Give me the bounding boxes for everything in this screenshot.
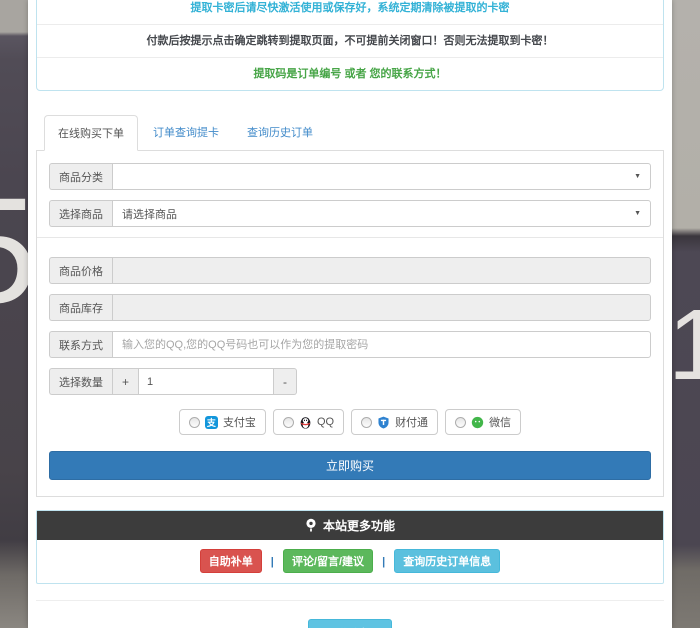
category-row: 商品分类 ▼ [49, 163, 651, 190]
separator: | [382, 556, 385, 568]
category-select[interactable]: ▼ [112, 163, 651, 190]
footer-divider [36, 600, 664, 601]
background-photo-right: 1 [672, 0, 700, 628]
contact-row: 联系方式 [49, 331, 651, 358]
tab-bar: 在线购买下单 订单查询提卡 查询历史订单 [36, 115, 664, 151]
chevron-down-icon: ▼ [634, 173, 641, 180]
background-digit-5: 5 [0, 175, 28, 325]
background-digit-1: 1 [672, 295, 700, 395]
background-photo-left: 5 [0, 0, 28, 628]
more-functions-body: 自助补单 | 评论/留言/建议 | 查询历史订单信息 [37, 540, 663, 583]
more-functions-header: 本站更多功能 [37, 511, 663, 540]
tenpay-radio[interactable] [361, 417, 372, 428]
product-select-value: 请选择商品 [122, 206, 177, 222]
pin-icon [305, 518, 317, 533]
payment-option-wechat[interactable]: 微信 [445, 409, 521, 435]
price-label: 商品价格 [49, 257, 112, 284]
payment-options: 支 支付宝 QQ [49, 409, 651, 435]
contact-support-button[interactable]: 联系客服 [308, 619, 392, 628]
payment-option-alipay[interactable]: 支 支付宝 [179, 409, 266, 435]
contact-label: 联系方式 [49, 331, 112, 358]
comments-feedback-button[interactable]: 评论/留言/建议 [283, 549, 373, 573]
price-field [112, 257, 651, 284]
separator: | [271, 556, 274, 568]
tab-buy-online[interactable]: 在线购买下单 [44, 115, 138, 151]
quantity-input[interactable] [138, 368, 274, 395]
history-order-info-button[interactable]: 查询历史订单信息 [394, 549, 500, 573]
tenpay-icon [377, 416, 390, 429]
page-container: 提取卡密后请尽快激活使用或保存好，系统定期清除被提取的卡密 付款后按提示点击确定… [28, 0, 672, 628]
payment-option-tenpay[interactable]: 财付通 [351, 409, 438, 435]
order-form-panel: 商品分类 ▼ 选择商品 请选择商品 ▼ 商品价格 商品库存 [36, 151, 664, 497]
stock-label: 商品库存 [49, 294, 112, 321]
notice-line-2: 付款后按提示点击确定跳转到提取页面，不可提前关闭窗口！否则无法提取到卡密！ [37, 24, 663, 57]
form-divider [37, 237, 663, 238]
quantity-row: 选择数量 + - [49, 368, 307, 395]
quantity-plus-button[interactable]: + [112, 368, 138, 395]
alipay-radio[interactable] [189, 417, 200, 428]
qq-icon [299, 416, 312, 429]
notice-box: 提取卡密后请尽快激活使用或保存好，系统定期清除被提取的卡密 付款后按提示点击确定… [36, 0, 664, 91]
notice-line-1: 提取卡密后请尽快激活使用或保存好，系统定期清除被提取的卡密 [37, 0, 663, 24]
more-functions-panel: 本站更多功能 自助补单 | 评论/留言/建议 | 查询历史订单信息 [36, 510, 664, 584]
product-select[interactable]: 请选择商品 ▼ [112, 200, 651, 227]
quantity-minus-button[interactable]: - [274, 368, 297, 395]
self-reorder-button[interactable]: 自助补单 [200, 549, 262, 573]
qq-label: QQ [317, 416, 334, 428]
category-label: 商品分类 [49, 163, 112, 190]
tab-order-query[interactable]: 订单查询提卡 [140, 115, 232, 151]
payment-option-qq[interactable]: QQ [273, 409, 344, 435]
product-label: 选择商品 [49, 200, 112, 227]
chevron-down-icon: ▼ [634, 210, 641, 217]
wechat-icon [471, 416, 484, 429]
tab-history-orders[interactable]: 查询历史订单 [234, 115, 326, 151]
alipay-label: 支付宝 [223, 414, 256, 430]
quantity-label: 选择数量 [49, 368, 112, 395]
wechat-radio[interactable] [455, 417, 466, 428]
price-row: 商品价格 [49, 257, 651, 284]
more-functions-title: 本站更多功能 [323, 517, 395, 534]
contact-input[interactable] [112, 331, 651, 358]
notice-line-3: 提取码是订单编号 或者 您的联系方式！ [37, 57, 663, 90]
stock-field [112, 294, 651, 321]
buy-now-button[interactable]: 立即购买 [49, 451, 651, 480]
alipay-icon: 支 [205, 416, 218, 429]
tenpay-label: 财付通 [395, 414, 428, 430]
qq-radio[interactable] [283, 417, 294, 428]
stock-row: 商品库存 [49, 294, 651, 321]
wechat-label: 微信 [489, 414, 511, 430]
product-row: 选择商品 请选择商品 ▼ [49, 200, 651, 227]
